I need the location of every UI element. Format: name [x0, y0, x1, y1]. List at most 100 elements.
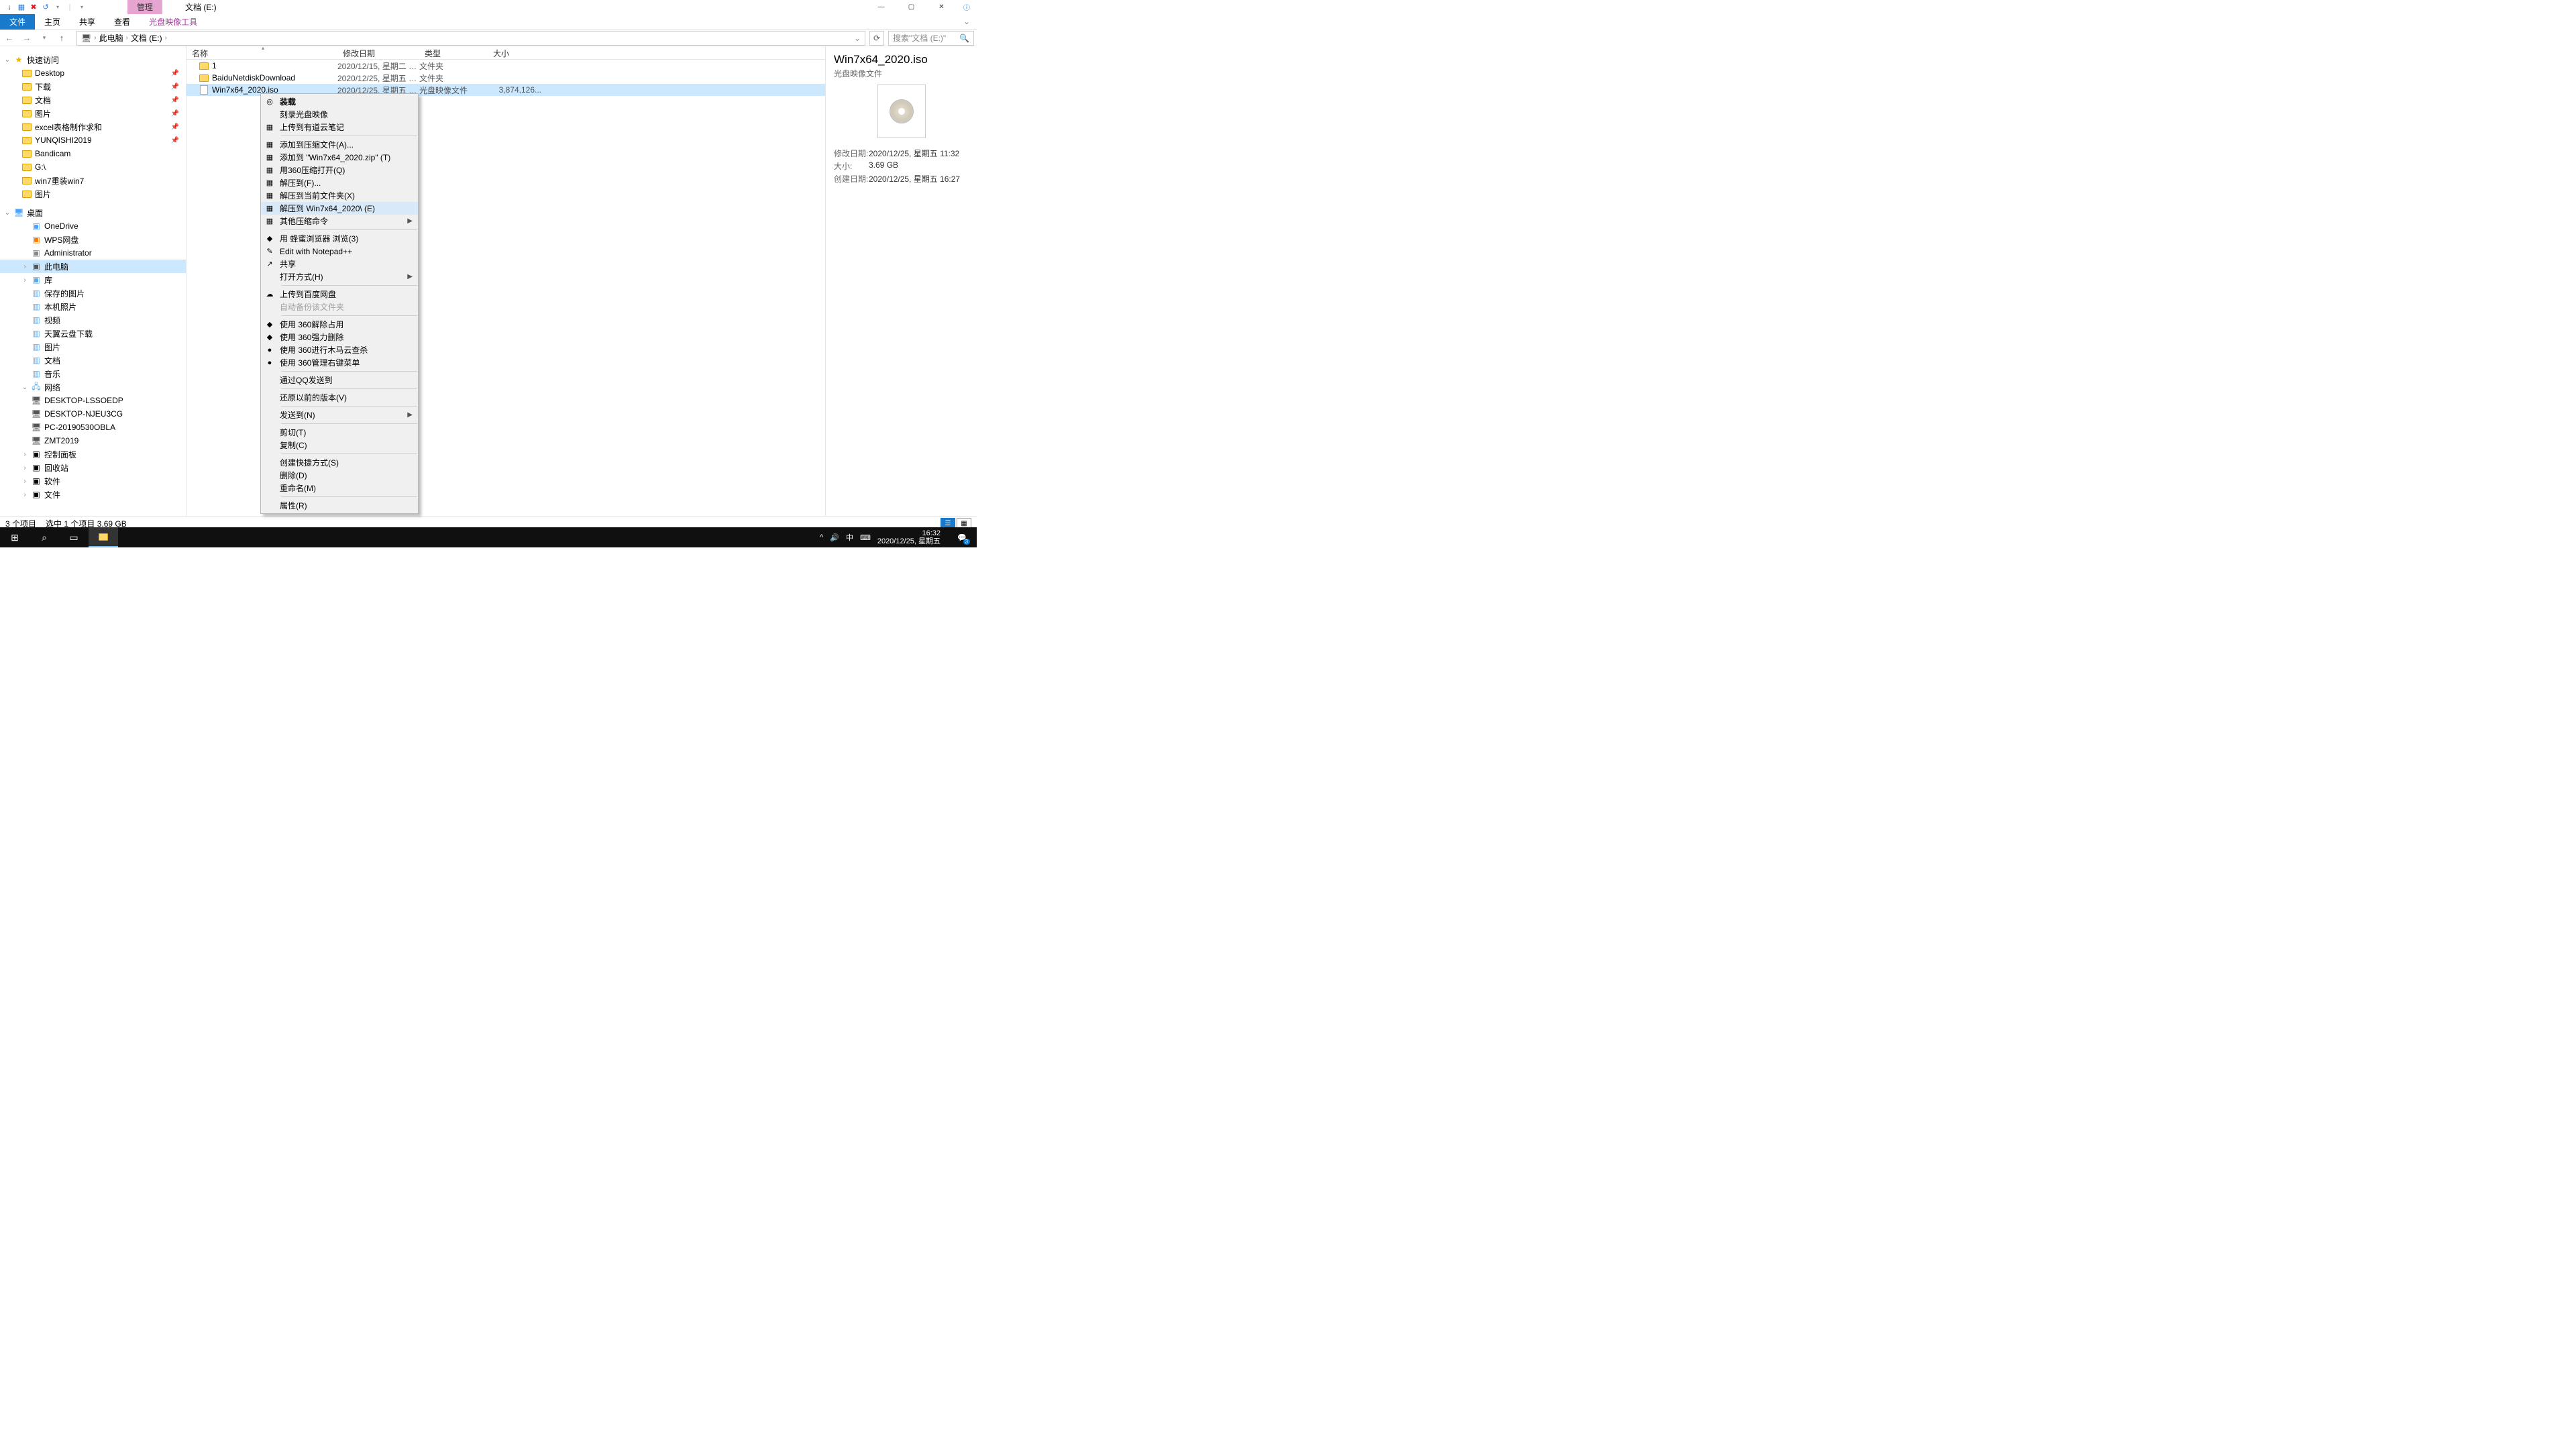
breadcrumb-drop-icon[interactable]: ⌄	[854, 34, 861, 43]
nav-quick-item[interactable]: 下载📌	[0, 80, 186, 93]
tray-volume-icon[interactable]: 🔊	[830, 533, 839, 542]
nav-lib-item[interactable]: ▥文档	[0, 354, 186, 367]
nav-lib-item[interactable]: ▥图片	[0, 340, 186, 354]
nav-network[interactable]: ⌄🖧网络	[0, 380, 186, 394]
context-menu-item[interactable]: ◎装载	[261, 95, 418, 108]
tab-home[interactable]: 主页	[35, 14, 70, 30]
nav-quick-item[interactable]: G:\	[0, 160, 186, 174]
nav-quick-item[interactable]: 图片	[0, 187, 186, 201]
nav-quick-item[interactable]: Desktop📌	[0, 66, 186, 80]
context-menu-item[interactable]: 打开方式(H)▶	[261, 270, 418, 283]
file-row[interactable]: BaiduNetdiskDownload2020/12/25, 星期五 1...…	[186, 72, 825, 84]
nav-lib-item[interactable]: ▥本机照片	[0, 300, 186, 313]
qat-drop1-icon[interactable]: ▾	[52, 2, 63, 13]
tray-overflow-icon[interactable]: ^	[820, 533, 823, 541]
breadcrumb[interactable]: 🖥 › 此电脑 › 文档 (E:) › ⌄	[76, 31, 865, 46]
nav-other-item[interactable]: ›▣回收站	[0, 461, 186, 474]
nav-desktop-group[interactable]: ⌄🖥桌面	[0, 206, 186, 219]
context-menu-item[interactable]: 还原以前的版本(V)	[261, 391, 418, 404]
nav-lib-item[interactable]: ▥视频	[0, 313, 186, 327]
col-name[interactable]: 名称▴	[186, 46, 337, 59]
chevron-right-icon[interactable]: ›	[165, 34, 167, 42]
search-input[interactable]: 搜索"文档 (E:)" 🔍	[888, 31, 974, 46]
context-menu-item[interactable]: ▦用360压缩打开(Q)	[261, 164, 418, 176]
task-view-button[interactable]: ▭	[59, 527, 89, 547]
context-menu-item[interactable]: ▦添加到压缩文件(A)...	[261, 138, 418, 151]
context-menu-item[interactable]: ↗共享	[261, 258, 418, 270]
context-menu-item[interactable]: 创建快捷方式(S)	[261, 456, 418, 469]
context-menu-item[interactable]: 发送到(N)▶	[261, 409, 418, 421]
nav-quick-access[interactable]: ⌄★快速访问	[0, 53, 186, 66]
context-menu-item[interactable]: 复制(C)	[261, 439, 418, 451]
context-menu-item[interactable]: ▦其他压缩命令▶	[261, 215, 418, 227]
nav-desktop-item[interactable]: ▣Administrator	[0, 246, 186, 260]
context-menu-item[interactable]: ☁上传到百度网盘	[261, 288, 418, 301]
context-menu-item[interactable]: ●使用 360进行木马云查杀	[261, 343, 418, 356]
context-menu-item[interactable]: 删除(D)	[261, 469, 418, 482]
close-button[interactable]: ✕	[926, 0, 957, 13]
context-menu-item[interactable]: 剪切(T)	[261, 426, 418, 439]
context-menu-item[interactable]: ▦上传到有道云笔记	[261, 121, 418, 133]
nav-lib-item[interactable]: ▥天翼云盘下载	[0, 327, 186, 340]
nav-other-item[interactable]: ›▣软件	[0, 474, 186, 488]
context-menu-item[interactable]: ▦添加到 "Win7x64_2020.zip" (T)	[261, 151, 418, 164]
nav-desktop-item[interactable]: ›▣库	[0, 273, 186, 286]
nav-network-pc[interactable]: 🖥DESKTOP-NJEU3CG	[0, 407, 186, 421]
tray-ime-icon[interactable]: 中	[846, 532, 853, 543]
help-button[interactable]: ⓘ	[957, 0, 977, 13]
back-button[interactable]: ←	[3, 33, 16, 43]
taskbar-clock[interactable]: 16:32 2020/12/25, 星期五	[877, 529, 945, 545]
tab-share[interactable]: 共享	[70, 14, 105, 30]
qat-undo-icon[interactable]: ↺	[40, 2, 51, 13]
search-icon[interactable]: 🔍	[959, 34, 969, 43]
context-menu-item[interactable]: 属性(R)	[261, 499, 418, 512]
context-menu-item[interactable]: ✎Edit with Notepad++	[261, 245, 418, 258]
nav-other-item[interactable]: ›▣文件	[0, 488, 186, 501]
nav-desktop-item[interactable]: ▣WPS网盘	[0, 233, 186, 246]
context-menu-item[interactable]: ▦解压到(F)...	[261, 176, 418, 189]
nav-lib-item[interactable]: ▥保存的图片	[0, 286, 186, 300]
context-menu-item[interactable]: ◆使用 360解除占用	[261, 318, 418, 331]
context-menu-item[interactable]: 刻录光盘映像	[261, 108, 418, 121]
qat-pin-icon[interactable]: ↓	[4, 2, 15, 13]
nav-network-pc[interactable]: 🖥ZMT2019	[0, 434, 186, 447]
col-size[interactable]: 大小	[488, 46, 541, 59]
up-button[interactable]: ↑	[55, 33, 68, 43]
forward-button[interactable]: →	[20, 33, 34, 43]
context-menu-item[interactable]: ▦解压到当前文件夹(X)	[261, 189, 418, 202]
nav-network-pc[interactable]: 🖥DESKTOP-LSSOEDP	[0, 394, 186, 407]
nav-quick-item[interactable]: Bandicam	[0, 147, 186, 160]
col-type[interactable]: 类型	[419, 46, 488, 59]
notification-button[interactable]: 💬3	[951, 527, 973, 547]
recent-dropdown[interactable]: ▾	[38, 34, 51, 42]
maximize-button[interactable]: ▢	[896, 0, 926, 13]
search-button[interactable]: ⌕	[30, 527, 59, 547]
column-headers[interactable]: 名称▴ 修改日期 类型 大小	[186, 46, 825, 60]
nav-quick-item[interactable]: 文档📌	[0, 93, 186, 107]
context-menu-item[interactable]: ▦解压到 Win7x64_2020\ (E)	[261, 202, 418, 215]
nav-desktop-item[interactable]: ›▣此电脑	[0, 260, 186, 273]
start-button[interactable]: ⊞	[0, 527, 30, 547]
context-menu-item[interactable]: ●使用 360管理右键菜单	[261, 356, 418, 369]
qat-delete-icon[interactable]: ✖	[28, 2, 39, 13]
nav-quick-item[interactable]: excel表格制作求和📌	[0, 120, 186, 133]
nav-quick-item[interactable]: 图片📌	[0, 107, 186, 120]
nav-desktop-item[interactable]: ▣OneDrive	[0, 219, 186, 233]
qat-props-icon[interactable]: ▦	[16, 2, 27, 13]
minimize-button[interactable]: —	[866, 0, 896, 13]
refresh-button[interactable]: ⟳	[869, 31, 884, 46]
breadcrumb-drive[interactable]: 文档 (E:)	[131, 32, 162, 44]
nav-quick-item[interactable]: win7重装win7	[0, 174, 186, 187]
chevron-right-icon[interactable]: ›	[94, 34, 96, 42]
tab-file[interactable]: 文件	[0, 14, 35, 30]
tray-keyboard-icon[interactable]: ⌨	[860, 533, 871, 542]
breadcrumb-pc[interactable]: 此电脑	[99, 32, 123, 44]
file-row[interactable]: 12020/12/15, 星期二 1...文件夹	[186, 60, 825, 72]
nav-quick-item[interactable]: YUNQISHI2019📌	[0, 133, 186, 147]
ribbon-collapse-icon[interactable]: ⌄	[957, 14, 977, 30]
context-menu-item[interactable]: 通过QQ发送到	[261, 374, 418, 386]
tab-view[interactable]: 查看	[105, 14, 140, 30]
nav-lib-item[interactable]: ▥音乐	[0, 367, 186, 380]
nav-other-item[interactable]: ›▣控制面板	[0, 447, 186, 461]
qat-customize-icon[interactable]: ▾	[76, 2, 87, 13]
